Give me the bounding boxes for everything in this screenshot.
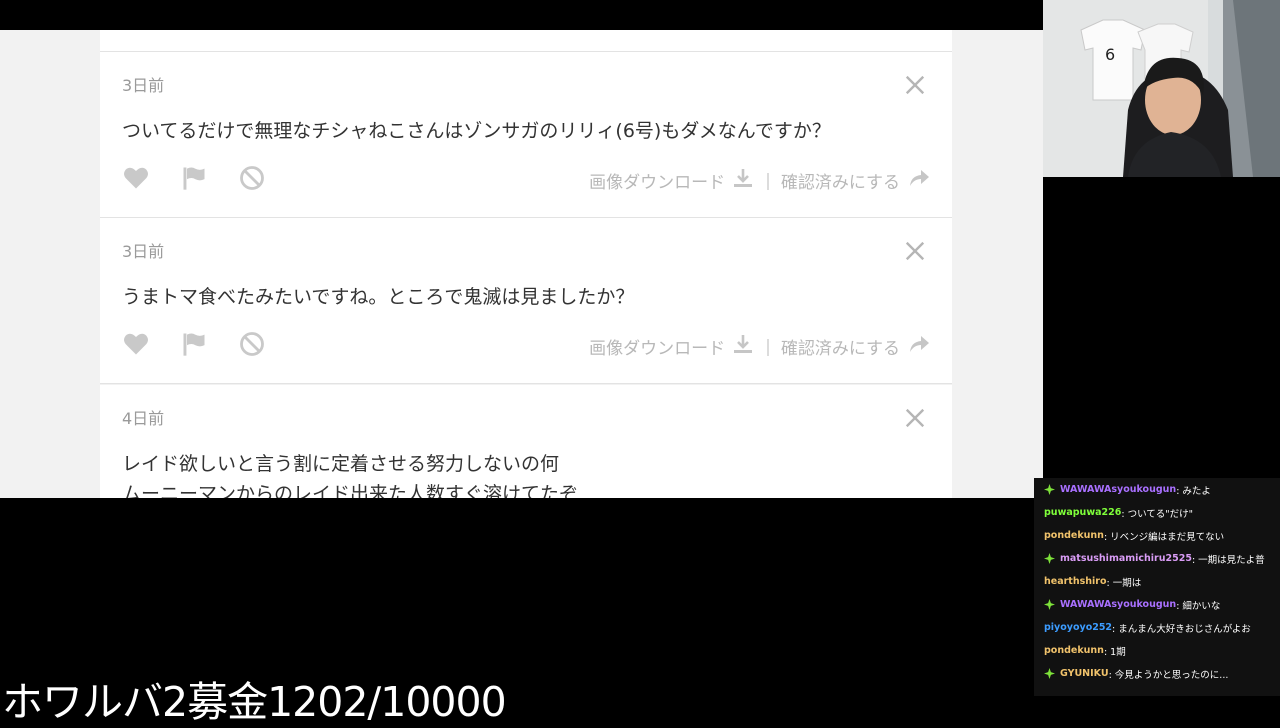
chat-message: WAWAWAsyoukougun: 細かいな: [1034, 593, 1280, 616]
comment-card: 4日前レイド欲しいと言う割に定着させる努力しないの何ムーニーマンからのレイド出来…: [100, 385, 952, 498]
heart-icon[interactable]: [122, 330, 152, 360]
sparkle-badge-icon: [1044, 599, 1055, 610]
comment-actions: 画像ダウンロード | 確認済みにする: [122, 164, 932, 194]
comment-actions: 画像ダウンロード | 確認済みにする: [122, 330, 932, 360]
comment-line: うまトマ食べたみたいですね。ところで鬼滅は見ましたか？: [122, 286, 635, 308]
chat-text: : 今見ようかと思ったのに...: [1108, 669, 1229, 681]
browser-viewport: 3日前ついてるだけで無理なチシャねこさんはゾンサガのリリィ(6号)もダメなんです…: [0, 30, 1043, 498]
share-arrow-icon[interactable]: [900, 332, 932, 361]
chat-username[interactable]: puwapuwa226: [1044, 507, 1121, 518]
comment-line: ムーニーマンからのレイド出来た人数すぐ溶けてたぞ: [122, 483, 579, 498]
comment-card: 3日前ついてるだけで無理なチシャねこさんはゾンサガのリリィ(6号)もダメなんです…: [100, 52, 952, 218]
comment-time: 3日前: [122, 242, 165, 261]
chat-panel: WAWAWAsyoukougun: みたよ puwapuwa226: ついてる"だ…: [1034, 478, 1280, 696]
flag-icon[interactable]: [180, 164, 210, 194]
heart-icon[interactable]: [122, 164, 152, 194]
chat-text: : ついてる"だけ": [1121, 508, 1194, 520]
comment-line: レイド欲しいと言う割に定着させる努力しないの何: [122, 453, 560, 475]
chat-text: : みたよ: [1176, 485, 1211, 497]
close-icon[interactable]: [904, 74, 926, 96]
chat-message: pondekunn: リベンジ編はまだ見てない: [1034, 524, 1280, 547]
chat-message: puwapuwa226: ついてる"だけ": [1034, 501, 1280, 524]
chat-message: WAWAWAsyoukougun: みたよ: [1034, 478, 1280, 501]
heart-icon[interactable]: [122, 497, 152, 498]
comment-action-links: 画像ダウンロード | 確認済みにする: [589, 332, 932, 361]
chat-text: : リベンジ編はまだ見てない: [1103, 531, 1225, 543]
comment-time: 3日前: [122, 76, 165, 95]
chat-username[interactable]: matsushimamichiru2525: [1060, 553, 1192, 564]
svg-text:6: 6: [1105, 45, 1115, 64]
chat-text: : 一期は: [1106, 577, 1142, 589]
comment-time: 4日前: [122, 409, 165, 428]
chat-username[interactable]: piyoyoyo252: [1044, 622, 1112, 633]
chat-message: pondekunn: 1期: [1034, 639, 1280, 662]
flag-icon[interactable]: [180, 497, 210, 498]
comment-text: レイド欲しいと言う割に定着させる努力しないの何ムーニーマンからのレイド出来た人数…: [122, 449, 578, 498]
comment-card: 3日前うまトマ食べたみたいですね。ところで鬼滅は見ましたか？ 画像ダウンロード | 確…: [100, 218, 952, 384]
chat-username[interactable]: pondekunn: [1044, 645, 1104, 656]
separator: |: [765, 336, 771, 357]
block-icon[interactable]: [238, 497, 268, 498]
chat-text: : 細かいな: [1176, 600, 1221, 612]
previous-card-bottom: [100, 30, 952, 52]
sparkle-badge-icon: [1044, 553, 1055, 564]
chat-username[interactable]: pondekunn: [1044, 530, 1104, 541]
chat-text: : まんまん大好きおじさんがよお: [1112, 623, 1251, 635]
donation-counter: ホワルバ2募金1202/10000: [2, 678, 507, 726]
comment-line: ついてるだけで無理なチシャねこさんはゾンサガのリリィ(6号)もダメなんですか？: [122, 120, 831, 142]
chat-text: : 一期は見たよ普: [1191, 554, 1265, 566]
close-icon[interactable]: [904, 240, 926, 262]
webcam-feed: 6: [1043, 0, 1280, 177]
chat-text: : 1期: [1103, 646, 1126, 658]
download-image-link[interactable]: 画像ダウンロード: [589, 334, 725, 359]
mark-confirmed-link[interactable]: 確認済みにする: [781, 168, 900, 193]
chat-message: matsushimamichiru2525: 一期は見たよ普: [1034, 547, 1280, 570]
chat-username[interactable]: WAWAWAsyoukougun: [1060, 599, 1176, 610]
chat-message: GYUNIKU: 今見ようかと思ったのに...: [1034, 662, 1280, 685]
block-icon[interactable]: [238, 164, 268, 194]
download-icon[interactable]: [725, 332, 755, 361]
sparkle-badge-icon: [1044, 484, 1055, 495]
flag-icon[interactable]: [180, 330, 210, 360]
comment-actions: 画像ダウンロード|確認済みにする: [122, 497, 932, 498]
download-icon[interactable]: [725, 166, 755, 195]
sparkle-badge-icon: [1044, 668, 1055, 679]
block-icon[interactable]: [238, 330, 268, 360]
share-arrow-icon[interactable]: [900, 166, 932, 195]
close-icon[interactable]: [904, 407, 926, 429]
chat-username[interactable]: WAWAWAsyoukougun: [1060, 484, 1176, 495]
comment-text: うまトマ食べたみたいですね。ところで鬼滅は見ましたか？: [122, 282, 634, 312]
mark-confirmed-link[interactable]: 確認済みにする: [781, 334, 900, 359]
comment-text: ついてるだけで無理なチシャねこさんはゾンサガのリリィ(6号)もダメなんですか？: [122, 116, 831, 146]
separator: |: [765, 170, 771, 191]
chat-username[interactable]: hearthshiro: [1044, 576, 1107, 587]
comment-action-links: 画像ダウンロード | 確認済みにする: [589, 166, 932, 195]
chat-message: hearthshiro: 一期は: [1034, 570, 1280, 593]
chat-message: piyoyoyo252: まんまん大好きおじさんがよお: [1034, 616, 1280, 639]
chat-username[interactable]: GYUNIKU: [1060, 668, 1109, 679]
download-image-link[interactable]: 画像ダウンロード: [589, 168, 725, 193]
